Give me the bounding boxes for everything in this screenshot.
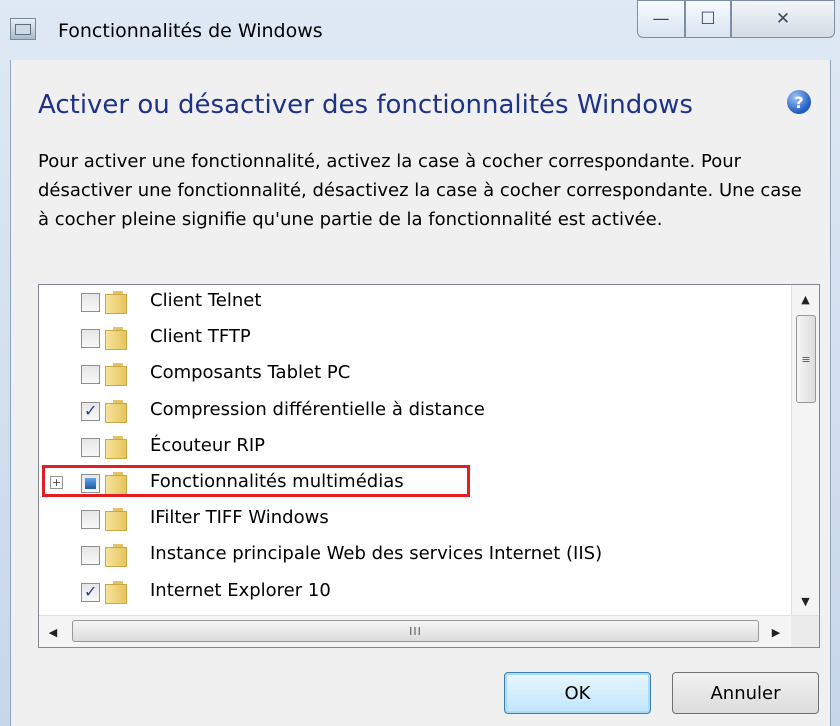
horizontal-scrollbar[interactable]: ◀ III ▶	[39, 615, 819, 647]
scroll-left-icon[interactable]: ◀	[39, 616, 67, 647]
feature-label: Instance principale Web des services Int…	[150, 543, 603, 565]
feature-checkbox[interactable]	[81, 510, 100, 530]
scrollbar-corner	[791, 616, 819, 647]
feature-row[interactable]: Composants Tablet PC	[39, 357, 785, 391]
horizontal-scroll-thumb[interactable]: III	[72, 620, 759, 642]
feature-row[interactable]: IFilter TIFF Windows	[39, 502, 785, 536]
scroll-up-icon[interactable]: ▲	[792, 285, 819, 313]
vertical-scrollbar[interactable]: ▲ ≡ ▼	[791, 285, 819, 615]
feature-label: Compression différentielle à distance	[150, 398, 485, 420]
window-title: Fonctionnalités de Windows	[58, 20, 323, 42]
feature-checkbox[interactable]	[81, 401, 100, 421]
scroll-right-icon[interactable]: ▶	[762, 616, 790, 647]
close-button[interactable]: ✕	[731, 0, 835, 38]
feature-tree[interactable]: Client Telnet Client TFTP Composants Table…	[38, 284, 820, 648]
page-title: Activer ou désactiver des fonctionnalité…	[38, 90, 693, 120]
window-controls: — ☐ ✕	[637, 0, 835, 40]
windows-features-icon	[10, 18, 36, 40]
feature-label: IFilter TIFF Windows	[150, 507, 329, 529]
close-icon: ✕	[775, 9, 791, 29]
instructions-text: Pour activer une fonctionnalité, activez…	[38, 151, 802, 230]
folder-icon	[103, 435, 129, 459]
maximize-icon: ☐	[700, 9, 716, 29]
feature-checkbox[interactable]	[81, 365, 100, 385]
dialog-body: Activer ou désactiver des fonctionnalité…	[10, 60, 831, 726]
feature-checkbox[interactable]	[81, 582, 100, 602]
folder-icon	[103, 580, 129, 604]
feature-checkbox[interactable]	[81, 293, 100, 312]
feature-label: Écouteur RIP	[150, 434, 266, 456]
feature-row[interactable]: Client TFTP	[39, 321, 785, 355]
feature-row[interactable]: Compression différentielle à distance	[39, 394, 785, 428]
dialog-window: Fonctionnalités de Windows — ☐ ✕ Activer…	[0, 0, 840, 726]
feature-label: Client TFTP	[150, 326, 251, 348]
feature-label: Internet Explorer 10	[150, 579, 331, 601]
feature-label: Composants Tablet PC	[150, 362, 351, 384]
maximize-button[interactable]: ☐	[685, 0, 731, 38]
feature-row[interactable]: Client Telnet	[39, 285, 785, 319]
ok-button[interactable]: OK	[504, 672, 651, 714]
title-bar[interactable]: Fonctionnalités de Windows — ☐ ✕	[0, 0, 840, 60]
feature-row[interactable]: Écouteur RIP	[39, 430, 785, 464]
feature-row[interactable]: Internet Explorer 10	[39, 575, 785, 609]
minimize-button[interactable]: —	[637, 0, 685, 38]
help-icon[interactable]: ?	[787, 90, 811, 114]
minimize-icon: —	[652, 9, 670, 29]
feature-checkbox[interactable]	[81, 546, 100, 566]
feature-row[interactable]: Instance principale Web des services Int…	[39, 538, 785, 572]
feature-label: Client Telnet	[150, 290, 262, 311]
folder-icon	[103, 327, 129, 351]
highlight-box	[42, 465, 470, 497]
feature-checkbox[interactable]	[81, 329, 100, 349]
folder-icon	[103, 399, 129, 423]
vertical-scroll-thumb[interactable]: ≡	[796, 315, 816, 403]
feature-checkbox[interactable]	[81, 437, 100, 457]
folder-icon	[103, 508, 129, 532]
cancel-button[interactable]: Annuler	[672, 672, 819, 714]
scroll-down-icon[interactable]: ▼	[792, 587, 819, 615]
folder-icon	[103, 544, 129, 568]
folder-icon	[103, 363, 129, 387]
folder-icon	[103, 291, 129, 314]
